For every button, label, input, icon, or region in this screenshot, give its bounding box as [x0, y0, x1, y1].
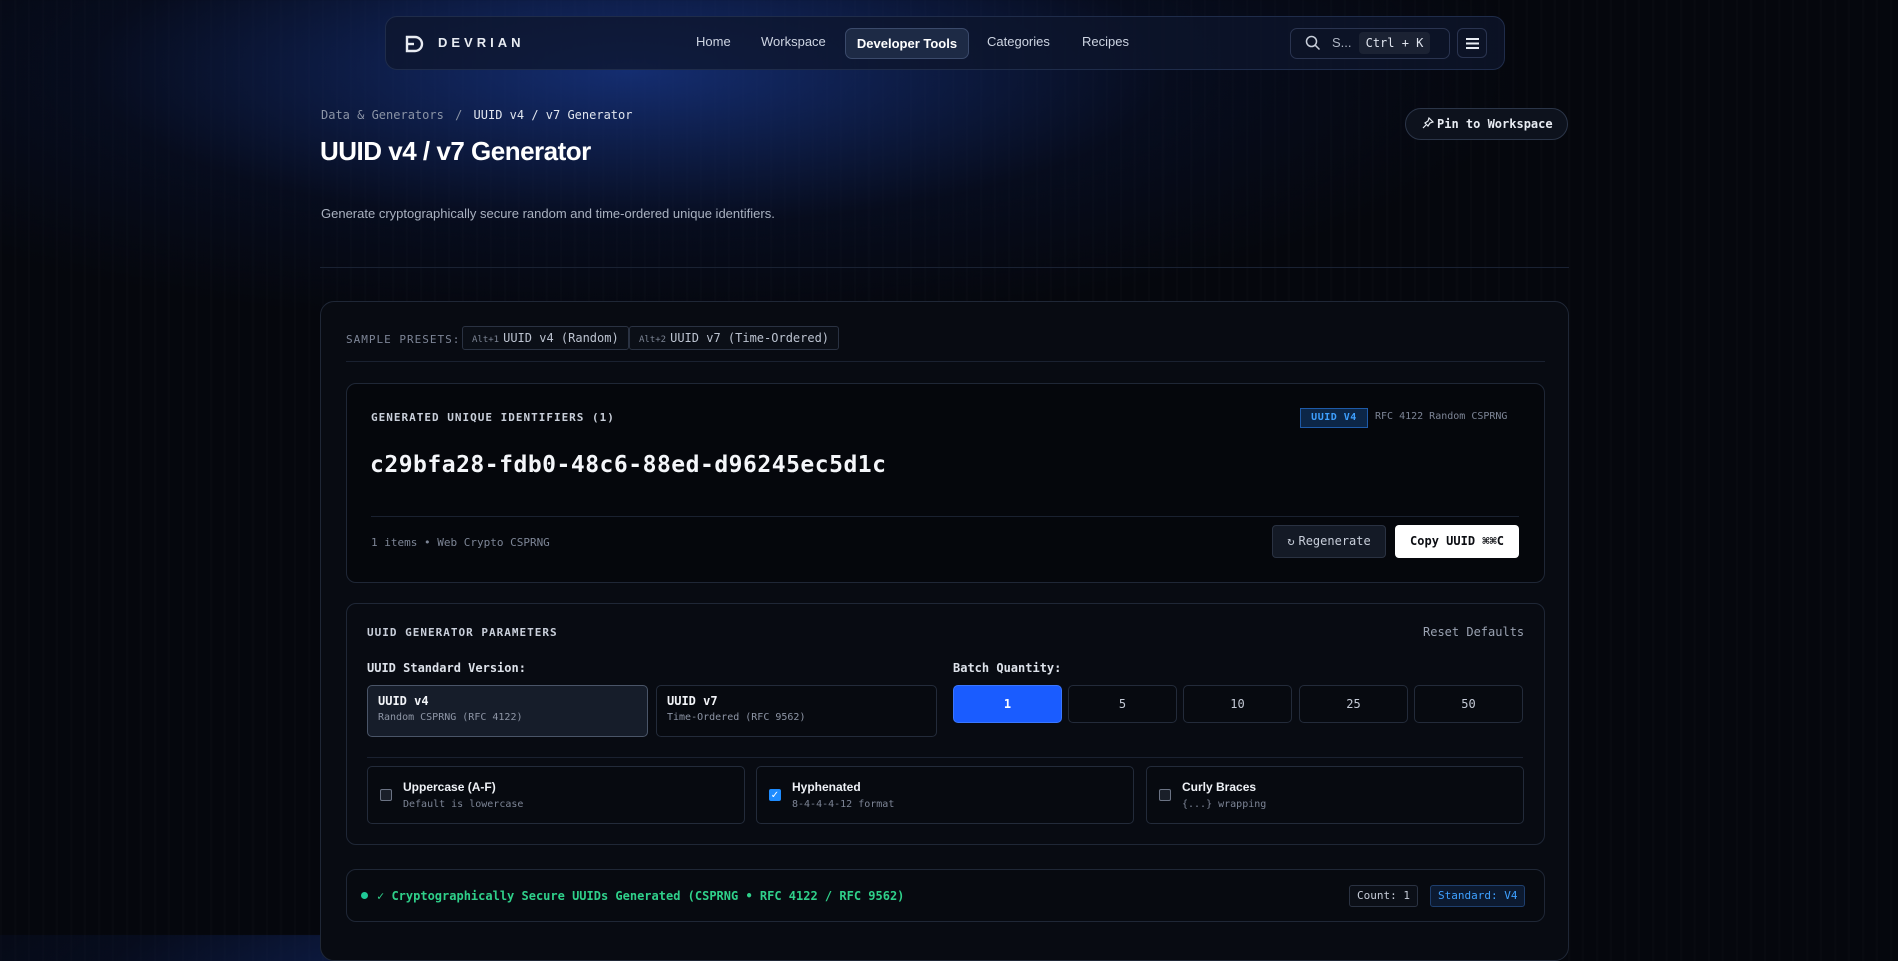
preset-label: UUID v4 (Random) [503, 331, 619, 345]
copy-uuid-button[interactable]: Copy UUID ⌘⌘C [1395, 525, 1519, 558]
pin-to-workspace-button[interactable]: Pin to Workspace [1405, 108, 1568, 140]
brand-name[interactable]: DEVRIAN [438, 35, 525, 50]
preset-shortcut: Alt+1 [472, 335, 500, 345]
version-badge: UUID V4 [1300, 408, 1368, 428]
version-desc: Random CSPRNG (RFC 4122) [378, 712, 523, 723]
nav-link-developer-tools[interactable]: Developer Tools [845, 28, 969, 59]
option-desc: {...} wrapping [1182, 799, 1267, 810]
breadcrumb: Data & Generators / UUID v4 / v7 Generat… [321, 108, 632, 122]
preset-label: UUID v7 (Time-Ordered) [670, 331, 830, 345]
search-icon [1305, 35, 1321, 51]
reset-defaults-button[interactable]: Reset Defaults [1423, 625, 1524, 639]
preset-uuid-v4[interactable]: Alt+1 UUID v4 (Random) [462, 326, 629, 350]
version-option-v7[interactable]: UUID v7 Time-Ordered (RFC 9562) [656, 685, 937, 737]
option-desc: 8-4-4-4-12 format [792, 799, 895, 810]
status-message: ✓ Cryptographically Secure UUIDs Generat… [377, 889, 905, 903]
preset-shortcut: Alt+2 [639, 335, 667, 345]
breadcrumb-separator: / [455, 108, 463, 122]
search-shortcut: Ctrl + K [1359, 32, 1430, 54]
refresh-icon: ↻ [1287, 534, 1295, 548]
version-title: UUID v7 [667, 694, 718, 708]
nav-link-developer-tools-label: Developer Tools [856, 36, 958, 51]
page-subtitle: Generate cryptographically secure random… [321, 206, 775, 221]
batch-option-50[interactable]: 50 [1414, 685, 1523, 723]
batch-option-25[interactable]: 25 [1299, 685, 1408, 723]
standard-badge: Standard: V4 [1430, 885, 1526, 907]
batch-option-1[interactable]: 1 [953, 685, 1062, 723]
option-desc: Default is lowercase [403, 799, 524, 810]
search-label: S... [1332, 35, 1352, 50]
count-badge: Count: 1 [1349, 885, 1418, 907]
option-title: Curly Braces [1182, 780, 1257, 794]
version-option-v4[interactable]: UUID v4 Random CSPRNG (RFC 4122) [367, 685, 648, 737]
version-title: UUID v4 [378, 694, 429, 708]
devrian-logo-icon[interactable] [404, 33, 426, 55]
curly-braces-checkbox[interactable] [1159, 789, 1171, 801]
hamburger-icon [1466, 38, 1479, 49]
nav-link-home[interactable]: Home [696, 34, 731, 49]
option-uppercase[interactable]: Uppercase (A-F) Default is lowercase [367, 766, 745, 824]
parameters-label: UUID GENERATOR PARAMETERS [367, 626, 558, 639]
menu-button[interactable] [1457, 28, 1487, 58]
regenerate-label: Regenerate [1298, 534, 1371, 548]
version-label: UUID Standard Version: [367, 661, 526, 675]
output-label: GENERATED UNIQUE IDENTIFIERS (1) [371, 411, 615, 424]
divider [346, 361, 1545, 362]
divider [371, 516, 1519, 517]
regenerate-button[interactable]: ↻ Regenerate [1272, 525, 1386, 558]
option-title: Uppercase (A-F) [403, 780, 496, 794]
checkmark-icon: ✓ [770, 790, 780, 801]
page-title: UUID v4 / v7 Generator [320, 136, 591, 166]
batch-option-10[interactable]: 10 [1183, 685, 1292, 723]
breadcrumb-current: UUID v4 / v7 Generator [473, 108, 633, 122]
nav-link-workspace[interactable]: Workspace [761, 34, 826, 49]
version-description: RFC 4122 Random CSPRNG [1375, 411, 1508, 422]
pin-label: Pin to Workspace [1437, 117, 1553, 131]
generated-uuid[interactable]: c29bfa28-fdb0-48c6-88ed-d96245ec5d1c [370, 452, 887, 478]
status-dot-icon [361, 892, 368, 899]
nav-link-recipes[interactable]: Recipes [1082, 34, 1129, 49]
uppercase-checkbox[interactable] [380, 789, 392, 801]
batch-quantity-label: Batch Quantity: [953, 661, 1062, 675]
output-meta: 1 items • Web Crypto CSPRNG [371, 536, 550, 549]
divider [320, 267, 1569, 268]
version-desc: Time-Ordered (RFC 9562) [667, 712, 806, 723]
sample-presets-label: SAMPLE PRESETS: [346, 333, 461, 346]
batch-option-5[interactable]: 5 [1068, 685, 1177, 723]
pin-icon [1422, 116, 1435, 129]
hyphenated-checkbox[interactable]: ✓ [769, 789, 781, 801]
breadcrumb-parent[interactable]: Data & Generators [321, 108, 444, 122]
option-hyphenated[interactable]: ✓ Hyphenated 8-4-4-4-12 format [756, 766, 1134, 824]
option-curly-braces[interactable]: Curly Braces {...} wrapping [1146, 766, 1524, 824]
preset-uuid-v7[interactable]: Alt+2 UUID v7 (Time-Ordered) [629, 326, 840, 350]
nav-link-categories[interactable]: Categories [987, 34, 1050, 49]
option-title: Hyphenated [792, 780, 861, 794]
divider [367, 757, 1523, 758]
